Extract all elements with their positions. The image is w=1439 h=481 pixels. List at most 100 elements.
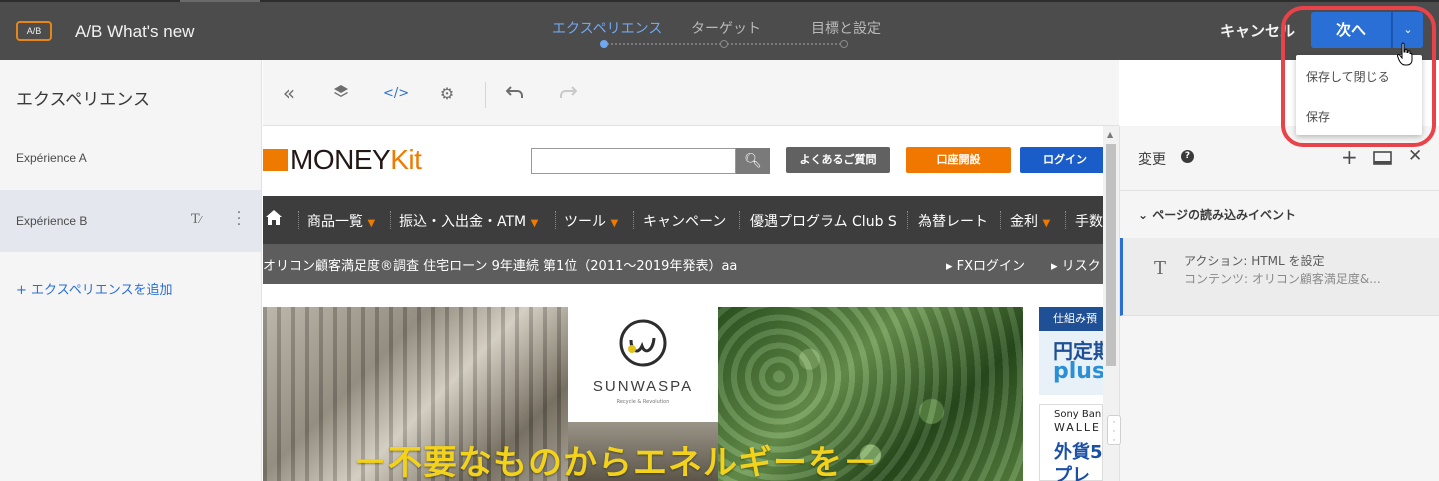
layers-icon[interactable] <box>331 84 351 104</box>
page-load-event-header[interactable]: ⌄ ページの読み込みイベント <box>1138 206 1296 223</box>
modifications-title: 変更 <box>1138 152 1166 168</box>
nav-label: ツール <box>564 214 606 230</box>
top-bar: A/B A/B What's new エクスペリエンス ターゲット 目標と設定 … <box>0 0 1439 60</box>
step-dot-2 <box>720 40 728 48</box>
sunwaspa-tagline: Recycle & Revolution <box>616 399 670 405</box>
nav-divider <box>907 211 908 229</box>
dropdown-arrow-icon: ▼ <box>1042 218 1051 229</box>
hand-cursor-icon <box>1397 42 1413 66</box>
nav-divider <box>739 211 740 229</box>
banner-band-text: 仕組み預 <box>1039 307 1103 331</box>
dropdown-arrow-icon: ▼ <box>367 218 376 229</box>
experience-label: Expérience A <box>16 151 87 165</box>
step-goals-settings[interactable]: 目標と設定 <box>811 18 881 38</box>
home-icon[interactable] <box>265 209 283 230</box>
activity-title[interactable]: A/B What's new <box>75 22 194 42</box>
settings-icon[interactable]: ⚙ <box>437 84 457 104</box>
site-search-input[interactable] <box>531 148 736 174</box>
side-banner-wallet[interactable]: Sony Ban WALLE 外貨5 プレ <box>1039 404 1103 481</box>
announcement-bar: オリコン顧客満足度®調査 住宅ローン 9年連続 第1位（2011～2019年発表… <box>263 244 1103 284</box>
hero-banner[interactable]: SUNWASPA Recycle & Revolution －不要なものからエネ… <box>263 307 1023 481</box>
nav-products[interactable]: 商品一覧 ▼ <box>307 211 375 231</box>
nav-divider <box>390 211 391 229</box>
modification-content: コンテンツ: オリコン顧客満足度&... <box>1184 272 1381 286</box>
menu-item-save-close[interactable]: 保存して閉じる <box>1306 68 1390 85</box>
banner-line-2: WALLE <box>1054 421 1102 434</box>
top-edge-highlight <box>180 0 260 2</box>
step-dot-3 <box>840 40 848 48</box>
dropdown-arrow-icon: ▼ <box>530 218 539 229</box>
step-target[interactable]: ターゲット <box>691 18 761 38</box>
moneykit-logo[interactable]: MONEYKit <box>290 144 422 176</box>
next-dropdown-menu: 保存して閉じる 保存 <box>1296 55 1422 135</box>
sunwaspa-brand-text: SUNWASPA <box>592 378 694 395</box>
nav-transfer[interactable]: 振込・入出金・ATM ▼ <box>399 211 538 231</box>
chevron-down-icon: ⌄ <box>1403 23 1413 36</box>
code-icon[interactable]: </> <box>383 84 409 104</box>
next-button[interactable]: 次へ <box>1311 12 1391 48</box>
experience-panel: エクスペリエンス Expérience A Expérience B T⁄ · ·… <box>0 60 262 481</box>
sunwaspa-mark-icon <box>619 319 667 367</box>
hero-slogan: －不要なものからエネルギーを－ <box>353 443 878 481</box>
nav-divider <box>1000 211 1001 229</box>
add-icon[interactable]: + <box>1341 145 1358 169</box>
page-preview[interactable]: MONEYKit 🔍︎ よくあるご質問 口座開設 ログイン 商品一覧 ▼ 振込・… <box>263 126 1103 481</box>
arrow-right-icon: ▸ <box>1051 259 1058 274</box>
expand-panel-icon[interactable] <box>1373 150 1392 169</box>
editor-toolbar: « </> ⚙ <box>263 60 1119 126</box>
nav-tools[interactable]: ツール ▼ <box>564 211 618 231</box>
nav-campaign[interactable]: キャンペーン <box>643 211 726 231</box>
menu-item-save[interactable]: 保存 <box>1306 108 1330 125</box>
redo-icon[interactable] <box>558 84 578 104</box>
login-button[interactable]: ログイン <box>1020 147 1103 173</box>
help-icon[interactable]: ? <box>1181 150 1194 163</box>
nav-divider <box>555 211 556 229</box>
nav-divider <box>298 211 299 229</box>
risk-link[interactable]: ▸ リスク <box>1051 255 1101 274</box>
step-dot-1 <box>600 40 608 48</box>
nav-fees[interactable]: 手数 <box>1075 211 1103 231</box>
step-progress <box>600 40 850 48</box>
nav-interest[interactable]: 金利 ▼ <box>1010 211 1050 231</box>
panel-resize-handle[interactable]: · · · <box>1107 415 1121 446</box>
link-label: リスク <box>1061 259 1101 274</box>
site-search-button[interactable]: 🔍︎ <box>736 148 770 174</box>
banner-subhead: plus <box>1053 359 1103 384</box>
experience-item-a[interactable]: Expérience A <box>0 127 261 189</box>
nav-fx-rates[interactable]: 為替レート <box>918 211 988 231</box>
undo-icon[interactable] <box>505 84 525 104</box>
moneykit-logo-mark <box>263 149 288 171</box>
faq-button[interactable]: よくあるご質問 <box>786 147 890 173</box>
close-icon[interactable]: ✕ <box>1408 146 1422 166</box>
chevron-down-icon: ⌄ <box>1138 208 1149 222</box>
text-type-icon: T <box>1154 258 1167 279</box>
nav-divider <box>633 211 634 229</box>
nav-club-s[interactable]: 優遇プログラム Club S <box>750 211 897 231</box>
add-experience-link[interactable]: + エクスペリエンスを追加 <box>16 279 172 298</box>
side-banner-deposit[interactable]: 仕組み預 円定期 plus <box>1039 307 1103 395</box>
experience-panel-title: エクスペリエンス <box>16 90 150 110</box>
rename-icon[interactable]: T⁄ <box>191 212 201 227</box>
step-experience[interactable]: エクスペリエンス <box>552 18 662 38</box>
modifications-panel: 変更 ? + ✕ ⌄ ページの読み込みイベント T アクション: HTML を設… <box>1119 126 1439 481</box>
logo-text-money: MONEY <box>290 144 391 175</box>
nav-label: 金利 <box>1010 214 1038 230</box>
sunwaspa-logo: SUNWASPA Recycle & Revolution <box>568 307 718 422</box>
nav-divider <box>1065 211 1066 229</box>
scroll-up-icon[interactable]: ▲ <box>1107 130 1113 139</box>
modification-item[interactable]: T アクション: HTML を設定 コンテンツ: オリコン顧客満足度&... <box>1120 238 1439 316</box>
cancel-button[interactable]: キャンセル <box>1220 20 1295 41</box>
announcement-text[interactable]: オリコン顧客満足度®調査 住宅ローン 9年連続 第1位（2011～2019年発表… <box>263 255 737 274</box>
experience-item-b[interactable]: Expérience B T⁄ · · · <box>0 190 261 252</box>
collapse-left-icon[interactable]: « <box>279 83 299 104</box>
experience-label: Expérience B <box>16 214 88 228</box>
open-account-button[interactable]: 口座開設 <box>906 147 1011 173</box>
fx-login-link[interactable]: ▸ FXログイン <box>946 255 1025 274</box>
scrollbar-thumb[interactable] <box>1106 144 1116 366</box>
search-icon: 🔍︎ <box>744 153 762 169</box>
modification-action: アクション: HTML を設定 <box>1184 254 1325 268</box>
event-label: ページの読み込みイベント <box>1152 208 1297 222</box>
more-options-icon[interactable]: · · · <box>236 206 242 232</box>
banner-line-4: プレ <box>1054 465 1090 481</box>
activity-type-badge: A/B <box>16 21 52 41</box>
